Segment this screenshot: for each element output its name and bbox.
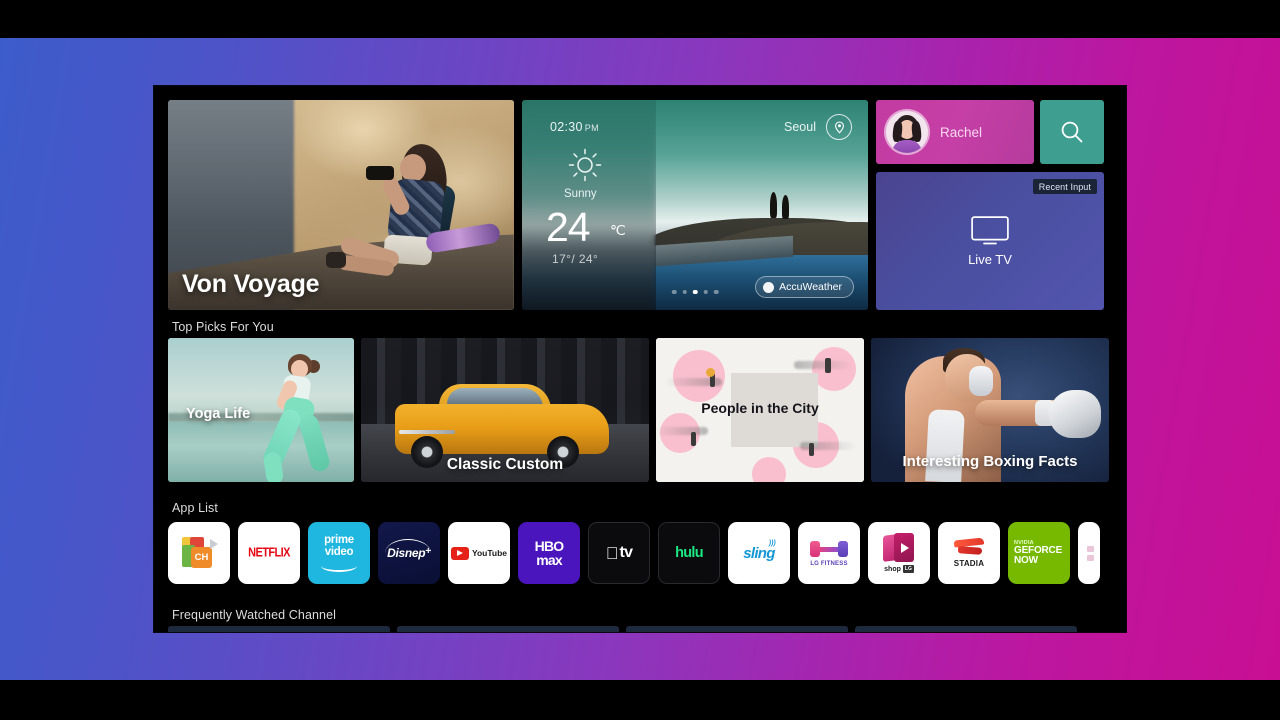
accuweather-badge[interactable]: AccuWeather (755, 276, 854, 298)
stadia-logo-icon (952, 537, 986, 556)
youtube-label: YouTube (471, 548, 508, 558)
letterbox-bottom (0, 680, 1280, 720)
now-label: NOW (1014, 555, 1038, 566)
stadia-label: STADIA (953, 559, 985, 568)
app-tile-disney-plus[interactable]: Disnep+ (378, 522, 440, 584)
screenshot-root: Von Voyage 02:30 PM Seoul Sunny 24 ℃ 17°… (0, 0, 1280, 720)
top-row: Von Voyage 02:30 PM Seoul Sunny 24 ℃ 17°… (168, 100, 1104, 310)
pick-title: Yoga Life (186, 406, 251, 422)
top-picks-row: Yoga Life Classic Custom People in the C… (168, 338, 1109, 482)
lg-fitness-label-1: LG (810, 560, 820, 567)
hulu-label: hulu (675, 545, 704, 561)
channel-card[interactable] (397, 626, 619, 632)
app-tile-prime-video[interactable]: prime video (308, 522, 370, 584)
live-tv-tile[interactable]: Recent Input Live TV (876, 172, 1104, 310)
app-tile-hulu[interactable]: hulu (658, 522, 720, 584)
app-tile-sling[interactable]: sling ))) (728, 522, 790, 584)
app-tile-geforce-now[interactable]: NVIDIA GEFORCE NOW (1008, 522, 1070, 584)
section-title-frequently-watched: Frequently Watched Channel (172, 608, 337, 622)
prime-label-2: video (324, 546, 354, 558)
ch-label: CH (191, 547, 212, 568)
youtube-play-icon (450, 546, 469, 560)
weather-temperature: 24 (546, 204, 591, 250)
apple-tv-label: tv (613, 544, 633, 561)
tv-icon (971, 215, 1009, 244)
weather-pagination[interactable] (671, 289, 719, 294)
app-list-viewport: CH NETFLIX prime video Disnep+ YouTube H… (168, 522, 1112, 586)
channel-card[interactable] (855, 626, 1077, 632)
netflix-label: NETFLIX (248, 546, 290, 560)
amazon-smile-icon (321, 560, 357, 572)
channel-card[interactable] (168, 626, 390, 632)
weather-time: 02:30 PM (550, 120, 599, 134)
app-tile-hbo-max[interactable]: HBO max (518, 522, 580, 584)
tree-icon (769, 192, 777, 219)
search-icon (1061, 121, 1083, 143)
pick-title: Classic Custom (446, 456, 564, 473)
prime-label-1: prime (324, 534, 354, 546)
weather-temp-range: 17°/ 24° (552, 252, 599, 266)
recent-input-badge: Recent Input (1032, 179, 1097, 194)
hero-banner-von-voyage[interactable]: Von Voyage (168, 100, 514, 310)
search-button[interactable] (1040, 100, 1104, 164)
letterbox-top (0, 0, 1280, 38)
weather-unit: ℃ (610, 222, 626, 238)
app-tile-netflix[interactable]: NETFLIX (238, 522, 300, 584)
pick-title: People in the City (701, 400, 819, 416)
shop-label: shop (884, 565, 901, 573)
sling-logo: sling ))) (743, 540, 776, 562)
app-tile-stadia[interactable]: STADIA (938, 522, 1000, 584)
pick-card-people-in-the-city[interactable]: People in the City (656, 338, 864, 482)
profile-name: Rachel (940, 124, 983, 140)
sunny-icon (568, 148, 602, 182)
dumbbell-icon (810, 540, 848, 558)
channel-card[interactable] (626, 626, 848, 632)
weather-city: Seoul (784, 120, 816, 134)
pick-card-classic-custom[interactable]: Classic Custom (361, 338, 649, 482)
location-pin-icon[interactable] (826, 114, 852, 140)
disney-arc-icon (385, 539, 432, 553)
weather-condition: Sunny (564, 188, 597, 200)
app-tile-shop[interactable]: shop LG (868, 522, 930, 584)
section-title-app-list: App List (172, 501, 218, 515)
app-tile-apple-tv[interactable]:  tv (588, 522, 650, 584)
live-tv-label: Live TV (968, 251, 1012, 267)
frequently-watched-row (168, 626, 1077, 632)
app-tile-youtube[interactable]: YouTube (448, 522, 510, 584)
right-column: Rachel Recent Input Live TV (876, 100, 1104, 310)
accuweather-label: AccuWeather (779, 281, 842, 293)
sling-label: sling (743, 544, 775, 562)
app-list-row: CH NETFLIX prime video Disnep+ YouTube H… (168, 522, 1100, 584)
apple-logo-icon:  (606, 545, 619, 562)
app-tile-lg-fitness[interactable]: LG FITNESS (798, 522, 860, 584)
avatar (886, 111, 928, 153)
tv-home-screen: Von Voyage 02:30 PM Seoul Sunny 24 ℃ 17°… (154, 86, 1126, 632)
hero-title: Von Voyage (182, 270, 320, 298)
sling-waves-icon: ))) (768, 539, 776, 547)
more-apps-icon (1085, 545, 1094, 561)
shop-badge: LG (902, 565, 914, 573)
pick-card-yoga-life[interactable]: Yoga Life (168, 338, 354, 482)
shop-bags-icon (883, 533, 915, 563)
lg-fitness-label-2: FITNESS (820, 560, 848, 567)
ch-icon: CH (182, 537, 218, 569)
accuweather-logo-icon (763, 281, 775, 293)
pick-card-interesting-boxing-facts[interactable]: Interesting Boxing Facts (871, 338, 1109, 482)
hero-hiker-figure (326, 140, 457, 290)
hbo-label-2: max (536, 551, 562, 568)
disney-logo: Disnep+ (385, 539, 431, 560)
weather-card[interactable]: 02:30 PM Seoul Sunny 24 ℃ 17°/ 24° AccuW… (522, 100, 868, 310)
app-tile-more[interactable] (1078, 522, 1100, 584)
hbo-label-1: HBO (534, 537, 565, 554)
app-tile-ch[interactable]: CH (168, 522, 230, 584)
pick-title: Interesting Boxing Facts (902, 453, 1078, 470)
section-title-top-picks: Top Picks For You (172, 320, 274, 334)
profile-tile-rachel[interactable]: Rachel (876, 100, 1034, 164)
